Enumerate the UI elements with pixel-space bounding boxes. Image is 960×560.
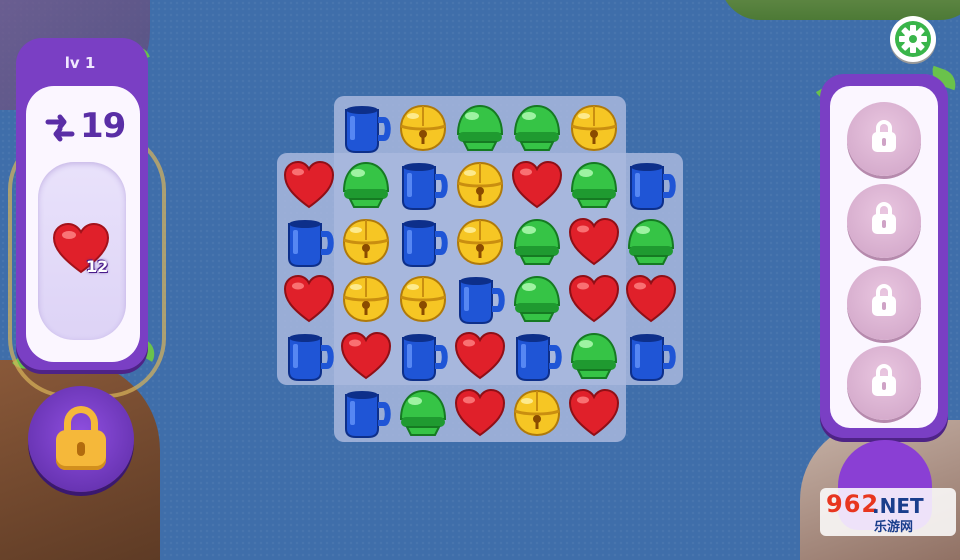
settings-button[interactable] [890, 16, 936, 62]
tile-dome[interactable] [452, 100, 508, 156]
padlock-keyhole [882, 302, 886, 310]
locked-slot-3[interactable] [847, 266, 921, 340]
padlock-keyhole [882, 220, 886, 228]
tile-heart[interactable] [338, 328, 394, 384]
tile-dome[interactable] [509, 214, 565, 270]
moves-arrows-icon [45, 114, 75, 142]
padlock-keyhole [77, 442, 85, 456]
locked-slot-4[interactable] [847, 346, 921, 420]
tile-dome[interactable] [566, 157, 622, 213]
tile-heart[interactable] [623, 271, 679, 327]
tile-cup[interactable] [623, 328, 679, 384]
padlock-keyhole [882, 138, 886, 146]
tile-bell[interactable] [395, 271, 451, 327]
game-board [277, 96, 683, 442]
moves-count: 19 [80, 106, 126, 146]
tile-bell[interactable] [452, 157, 508, 213]
level-label: lv 1 [64, 54, 96, 72]
padlock-keyhole [882, 382, 886, 390]
locked-slot-2[interactable] [847, 184, 921, 258]
tile-cup[interactable] [281, 328, 337, 384]
tile-cup[interactable] [509, 328, 565, 384]
tile-cup[interactable] [281, 214, 337, 270]
goal-count: 12 [86, 257, 109, 276]
tile-bell[interactable] [338, 271, 394, 327]
tile-heart[interactable] [452, 328, 508, 384]
settings-inner [895, 21, 931, 57]
tile-cup[interactable] [623, 157, 679, 213]
tile-dome[interactable] [338, 157, 394, 213]
watermark-subtitle: 乐游网 [874, 520, 914, 535]
tile-heart[interactable] [566, 214, 622, 270]
tile-cup[interactable] [338, 100, 394, 156]
tile-cup[interactable] [395, 214, 451, 270]
tile-cup[interactable] [338, 385, 394, 441]
tile-bell[interactable] [395, 100, 451, 156]
tile-bell[interactable] [452, 214, 508, 270]
tile-heart[interactable] [566, 271, 622, 327]
tile-dome[interactable] [623, 214, 679, 270]
tile-bell[interactable] [509, 385, 565, 441]
tile-cup[interactable] [395, 328, 451, 384]
decor-top-right [720, 0, 960, 20]
tile-dome[interactable] [509, 271, 565, 327]
tile-heart[interactable] [281, 157, 337, 213]
tile-cup[interactable] [395, 157, 451, 213]
tile-dome[interactable] [395, 385, 451, 441]
tile-bell[interactable] [566, 100, 622, 156]
tile-heart[interactable] [566, 385, 622, 441]
watermark-net: .NET [872, 494, 924, 518]
tile-cup[interactable] [452, 271, 508, 327]
gear-icon [899, 25, 927, 53]
tile-heart[interactable] [509, 157, 565, 213]
tile-dome[interactable] [509, 100, 565, 156]
tile-heart[interactable] [452, 385, 508, 441]
tile-bell[interactable] [338, 214, 394, 270]
tile-dome[interactable] [566, 328, 622, 384]
tile-heart[interactable] [281, 271, 337, 327]
locked-slot-1[interactable] [847, 102, 921, 176]
